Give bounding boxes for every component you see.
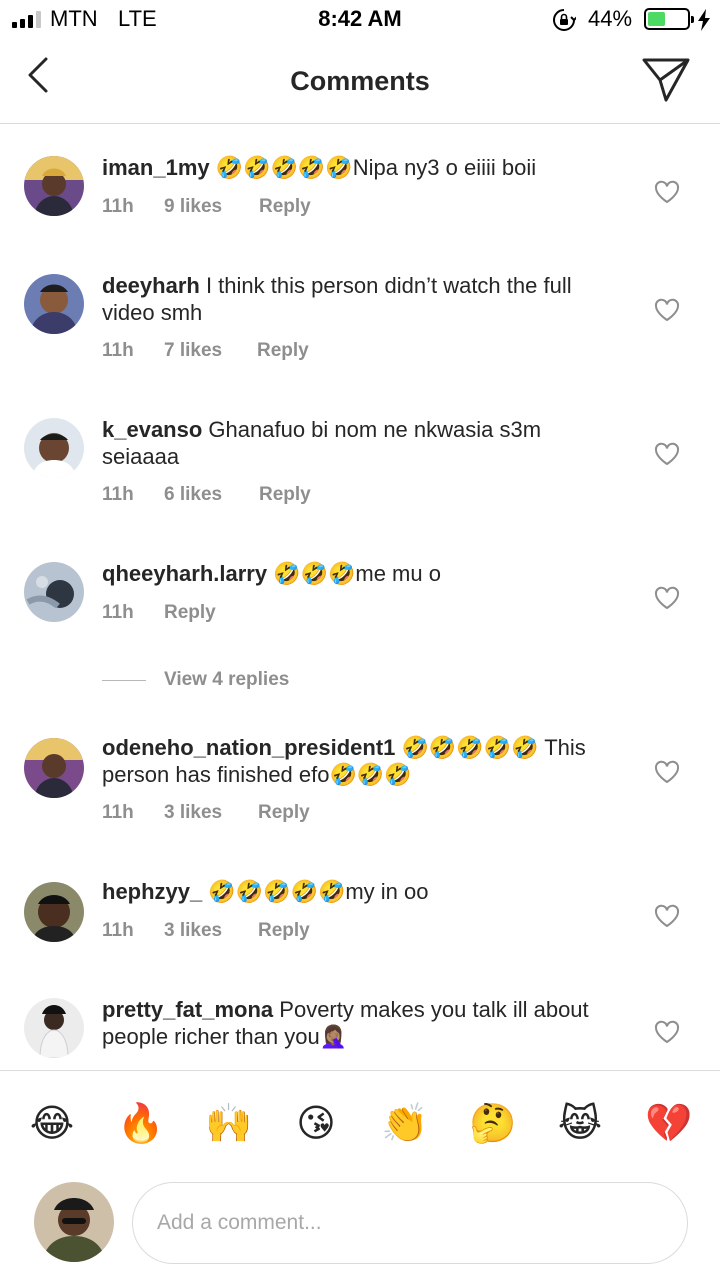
avatar[interactable] — [24, 274, 84, 334]
heart-icon[interactable] — [654, 904, 680, 928]
comment-body: 🤣🤣🤣🤣🤣my in oo — [208, 879, 429, 904]
comment-username[interactable]: deeyharh — [102, 273, 200, 298]
comment-meta: 11h 6 likes Reply — [102, 484, 311, 506]
comment-likes[interactable]: 6 likes — [164, 484, 259, 506]
avatar[interactable] — [24, 998, 84, 1058]
battery-icon — [644, 8, 694, 30]
heart-icon[interactable] — [654, 180, 680, 204]
emoji-joy-button[interactable]: 😂 — [29, 1101, 75, 1147]
comment-time: 11h — [102, 196, 134, 217]
emoji-fire-button[interactable]: 🔥 — [117, 1101, 164, 1147]
emoji-clap-button[interactable]: 👏 — [381, 1101, 428, 1147]
comment-text: deeyharh I think this person didn’t watc… — [102, 272, 622, 326]
comment-text: pretty_fat_mona Poverty makes you talk i… — [102, 996, 622, 1050]
page-title: Comments — [290, 66, 430, 96]
share-button[interactable] — [640, 54, 692, 106]
avatar[interactable] — [24, 738, 84, 798]
comment-time: 11h — [102, 340, 134, 361]
reply-button[interactable]: Reply — [258, 802, 310, 824]
heart-icon[interactable] — [654, 760, 680, 784]
replies-divider — [102, 679, 146, 681]
comment-time: 11h — [102, 484, 134, 505]
emoji-cat-joy-button[interactable]: 😹 — [557, 1101, 603, 1147]
comment-body: 🤣🤣🤣me mu o — [273, 561, 441, 586]
comment-text: hephzyy_ 🤣🤣🤣🤣🤣my in oo — [102, 878, 622, 905]
comment-username[interactable]: iman_1my — [102, 155, 210, 180]
comment-meta: 11h 3 likes Reply — [102, 920, 310, 942]
charging-bolt-icon — [698, 9, 710, 31]
reply-button[interactable]: Reply — [257, 340, 309, 362]
comment-input[interactable] — [132, 1182, 688, 1264]
reply-button[interactable]: Reply — [259, 484, 311, 506]
comment-text: iman_1my 🤣🤣🤣🤣🤣Nipa ny3 o eiiii boii — [102, 154, 622, 181]
avatar[interactable] — [24, 562, 84, 622]
comment-time: 11h — [102, 802, 134, 823]
comment-username[interactable]: k_evanso — [102, 417, 202, 442]
emoji-broken-heart-button[interactable]: 💔 — [645, 1101, 692, 1147]
view-replies-label: View 4 replies — [164, 669, 290, 690]
comment-likes[interactable]: 3 likes — [164, 920, 258, 942]
heart-icon[interactable] — [654, 442, 680, 466]
comment-likes[interactable]: 3 likes — [164, 802, 258, 824]
paper-plane-icon — [642, 58, 690, 102]
comment-likes[interactable]: 7 likes — [164, 340, 257, 362]
heart-icon[interactable] — [654, 1020, 680, 1044]
emoji-kiss-button[interactable]: 😘 — [293, 1101, 339, 1147]
comment-username[interactable]: odeneho_nation_president1 — [102, 735, 395, 760]
comment-likes[interactable]: 9 likes — [164, 196, 259, 218]
emoji-thinking-button[interactable]: 🤔 — [469, 1101, 516, 1147]
reply-button[interactable]: Reply — [258, 920, 310, 942]
comment-time: 11h — [102, 602, 134, 623]
comment-username[interactable]: qheeyharh.larry — [102, 561, 267, 586]
reply-button[interactable]: Reply — [259, 196, 311, 218]
current-user-avatar — [34, 1182, 114, 1262]
heart-icon[interactable] — [654, 298, 680, 322]
comment-body: 🤣🤣🤣🤣🤣Nipa ny3 o eiiii boii — [215, 155, 537, 180]
avatar[interactable] — [24, 418, 84, 478]
emoji-raised-hands-button[interactable]: 🙌 — [205, 1101, 252, 1147]
comment-username[interactable]: hephzyy_ — [102, 879, 202, 904]
comment-time: 11h — [102, 920, 134, 941]
emoji-quick-bar: 😂 🔥 🙌 😘 👏 🤔 😹 💔 — [0, 1070, 720, 1176]
reply-button[interactable]: Reply — [164, 602, 216, 624]
avatar[interactable] — [24, 156, 84, 216]
view-replies-button[interactable]: View 4 replies — [102, 668, 289, 692]
battery-percentage: 44% — [588, 6, 633, 31]
comment-meta: 11h 9 likes Reply — [102, 196, 311, 218]
comment-meta: 11h 7 likes Reply — [102, 340, 309, 362]
comment-composer — [0, 1176, 720, 1280]
nav-header: Comments — [0, 40, 720, 124]
avatar[interactable] — [24, 882, 84, 942]
status-bar: MTN LTE 8:42 AM 44% — [0, 0, 720, 40]
comment-text: odeneho_nation_president1 🤣🤣🤣🤣🤣 This per… — [102, 734, 622, 788]
comment-meta: 11h 3 likes Reply — [102, 802, 310, 824]
comment-meta: 11h Reply — [102, 602, 216, 624]
comment-username[interactable]: pretty_fat_mona — [102, 997, 273, 1022]
orientation-lock-icon — [553, 9, 576, 31]
comment-text: qheeyharh.larry 🤣🤣🤣me mu o — [102, 560, 622, 587]
comment-text: k_evanso Ghanafuo bi nom ne nkwasia s3m … — [102, 416, 622, 470]
comment-item: pretty_fat_mona Poverty makes you talk i… — [0, 972, 720, 1070]
heart-icon[interactable] — [654, 586, 680, 610]
